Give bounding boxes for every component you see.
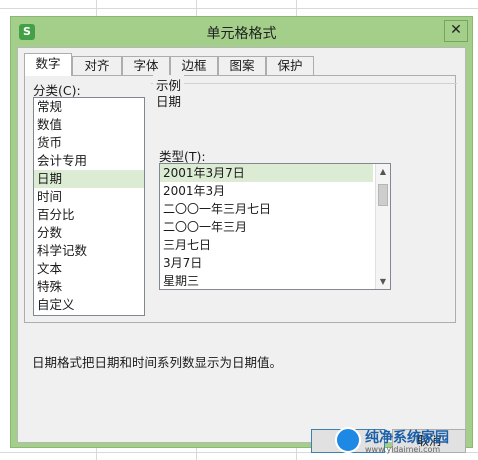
category-item-general[interactable]: 常规 <box>34 98 144 116</box>
type-item[interactable]: 2001年3月 <box>160 182 373 200</box>
tab-protection[interactable]: 保护 <box>266 56 314 75</box>
category-item-date[interactable]: 日期 <box>34 170 144 188</box>
dialog-body: 数字 对齐 字体 边框 图案 保护 分类(C): 常规 数值 货币 会计专用 日… <box>17 47 466 453</box>
format-description: 日期格式把日期和时间系列数显示为日期值。 <box>32 355 283 370</box>
format-cells-dialog: S 单元格格式 ✕ 数字 对齐 字体 边框 图案 保护 分类(C): 常规 数值… <box>10 16 473 453</box>
category-item-time[interactable]: 时间 <box>34 188 144 206</box>
type-item[interactable]: 二〇〇一年三月七日 <box>160 200 373 218</box>
type-item[interactable]: 三月七日 <box>160 236 373 254</box>
category-item-text[interactable]: 文本 <box>34 260 144 278</box>
category-list[interactable]: 常规 数值 货币 会计专用 日期 时间 百分比 分数 科学记数 文本 特殊 自定… <box>33 97 145 316</box>
category-item-custom[interactable]: 自定义 <box>34 296 144 314</box>
category-item-special[interactable]: 特殊 <box>34 278 144 296</box>
grid-line <box>0 8 478 9</box>
tab-border[interactable]: 边框 <box>170 56 218 75</box>
category-item-fraction[interactable]: 分数 <box>34 224 144 242</box>
tab-font[interactable]: 字体 <box>122 56 170 75</box>
category-item-percentage[interactable]: 百分比 <box>34 206 144 224</box>
category-item-accounting[interactable]: 会计专用 <box>34 152 144 170</box>
scroll-thumb[interactable] <box>378 184 388 206</box>
sample-group: 示例 日期 <box>151 75 457 118</box>
type-list-scrollbar[interactable]: ▲ ▼ <box>375 164 390 289</box>
site-watermark: 纯净系统家园 www.yidaimei.com <box>335 427 475 457</box>
type-list[interactable]: 2001年3月7日 2001年3月 二〇〇一年三月七日 二〇〇一年三月 三月七日… <box>159 163 391 290</box>
type-item[interactable]: 2001年3月7日 <box>160 164 373 182</box>
tab-number[interactable]: 数字 <box>24 53 72 76</box>
category-item-number[interactable]: 数值 <box>34 116 144 134</box>
category-item-scientific[interactable]: 科学记数 <box>34 242 144 260</box>
tab-alignment[interactable]: 对齐 <box>72 56 122 75</box>
watermark-url: www.yidaimei.com <box>365 445 441 454</box>
type-item[interactable]: 3月7日 <box>160 254 373 272</box>
watermark-logo-icon <box>335 427 361 453</box>
dialog-title: 单元格格式 <box>206 26 277 42</box>
scroll-up-arrow-icon[interactable]: ▲ <box>376 164 390 179</box>
type-item[interactable]: 星期三 <box>160 272 373 289</box>
dialog-titlebar[interactable]: S 单元格格式 ✕ <box>11 17 472 47</box>
watermark-text: 纯净系统家园 <box>365 430 449 446</box>
tab-pattern[interactable]: 图案 <box>218 56 266 75</box>
sample-value: 日期 <box>156 94 182 109</box>
close-button[interactable]: ✕ <box>444 20 468 42</box>
number-tab-panel: 分类(C): 常规 数值 货币 会计专用 日期 时间 百分比 分数 科学记数 文… <box>24 75 457 323</box>
type-item[interactable]: 二〇〇一年三月 <box>160 218 373 236</box>
scroll-down-arrow-icon[interactable]: ▼ <box>376 274 390 289</box>
category-item-currency[interactable]: 货币 <box>34 134 144 152</box>
